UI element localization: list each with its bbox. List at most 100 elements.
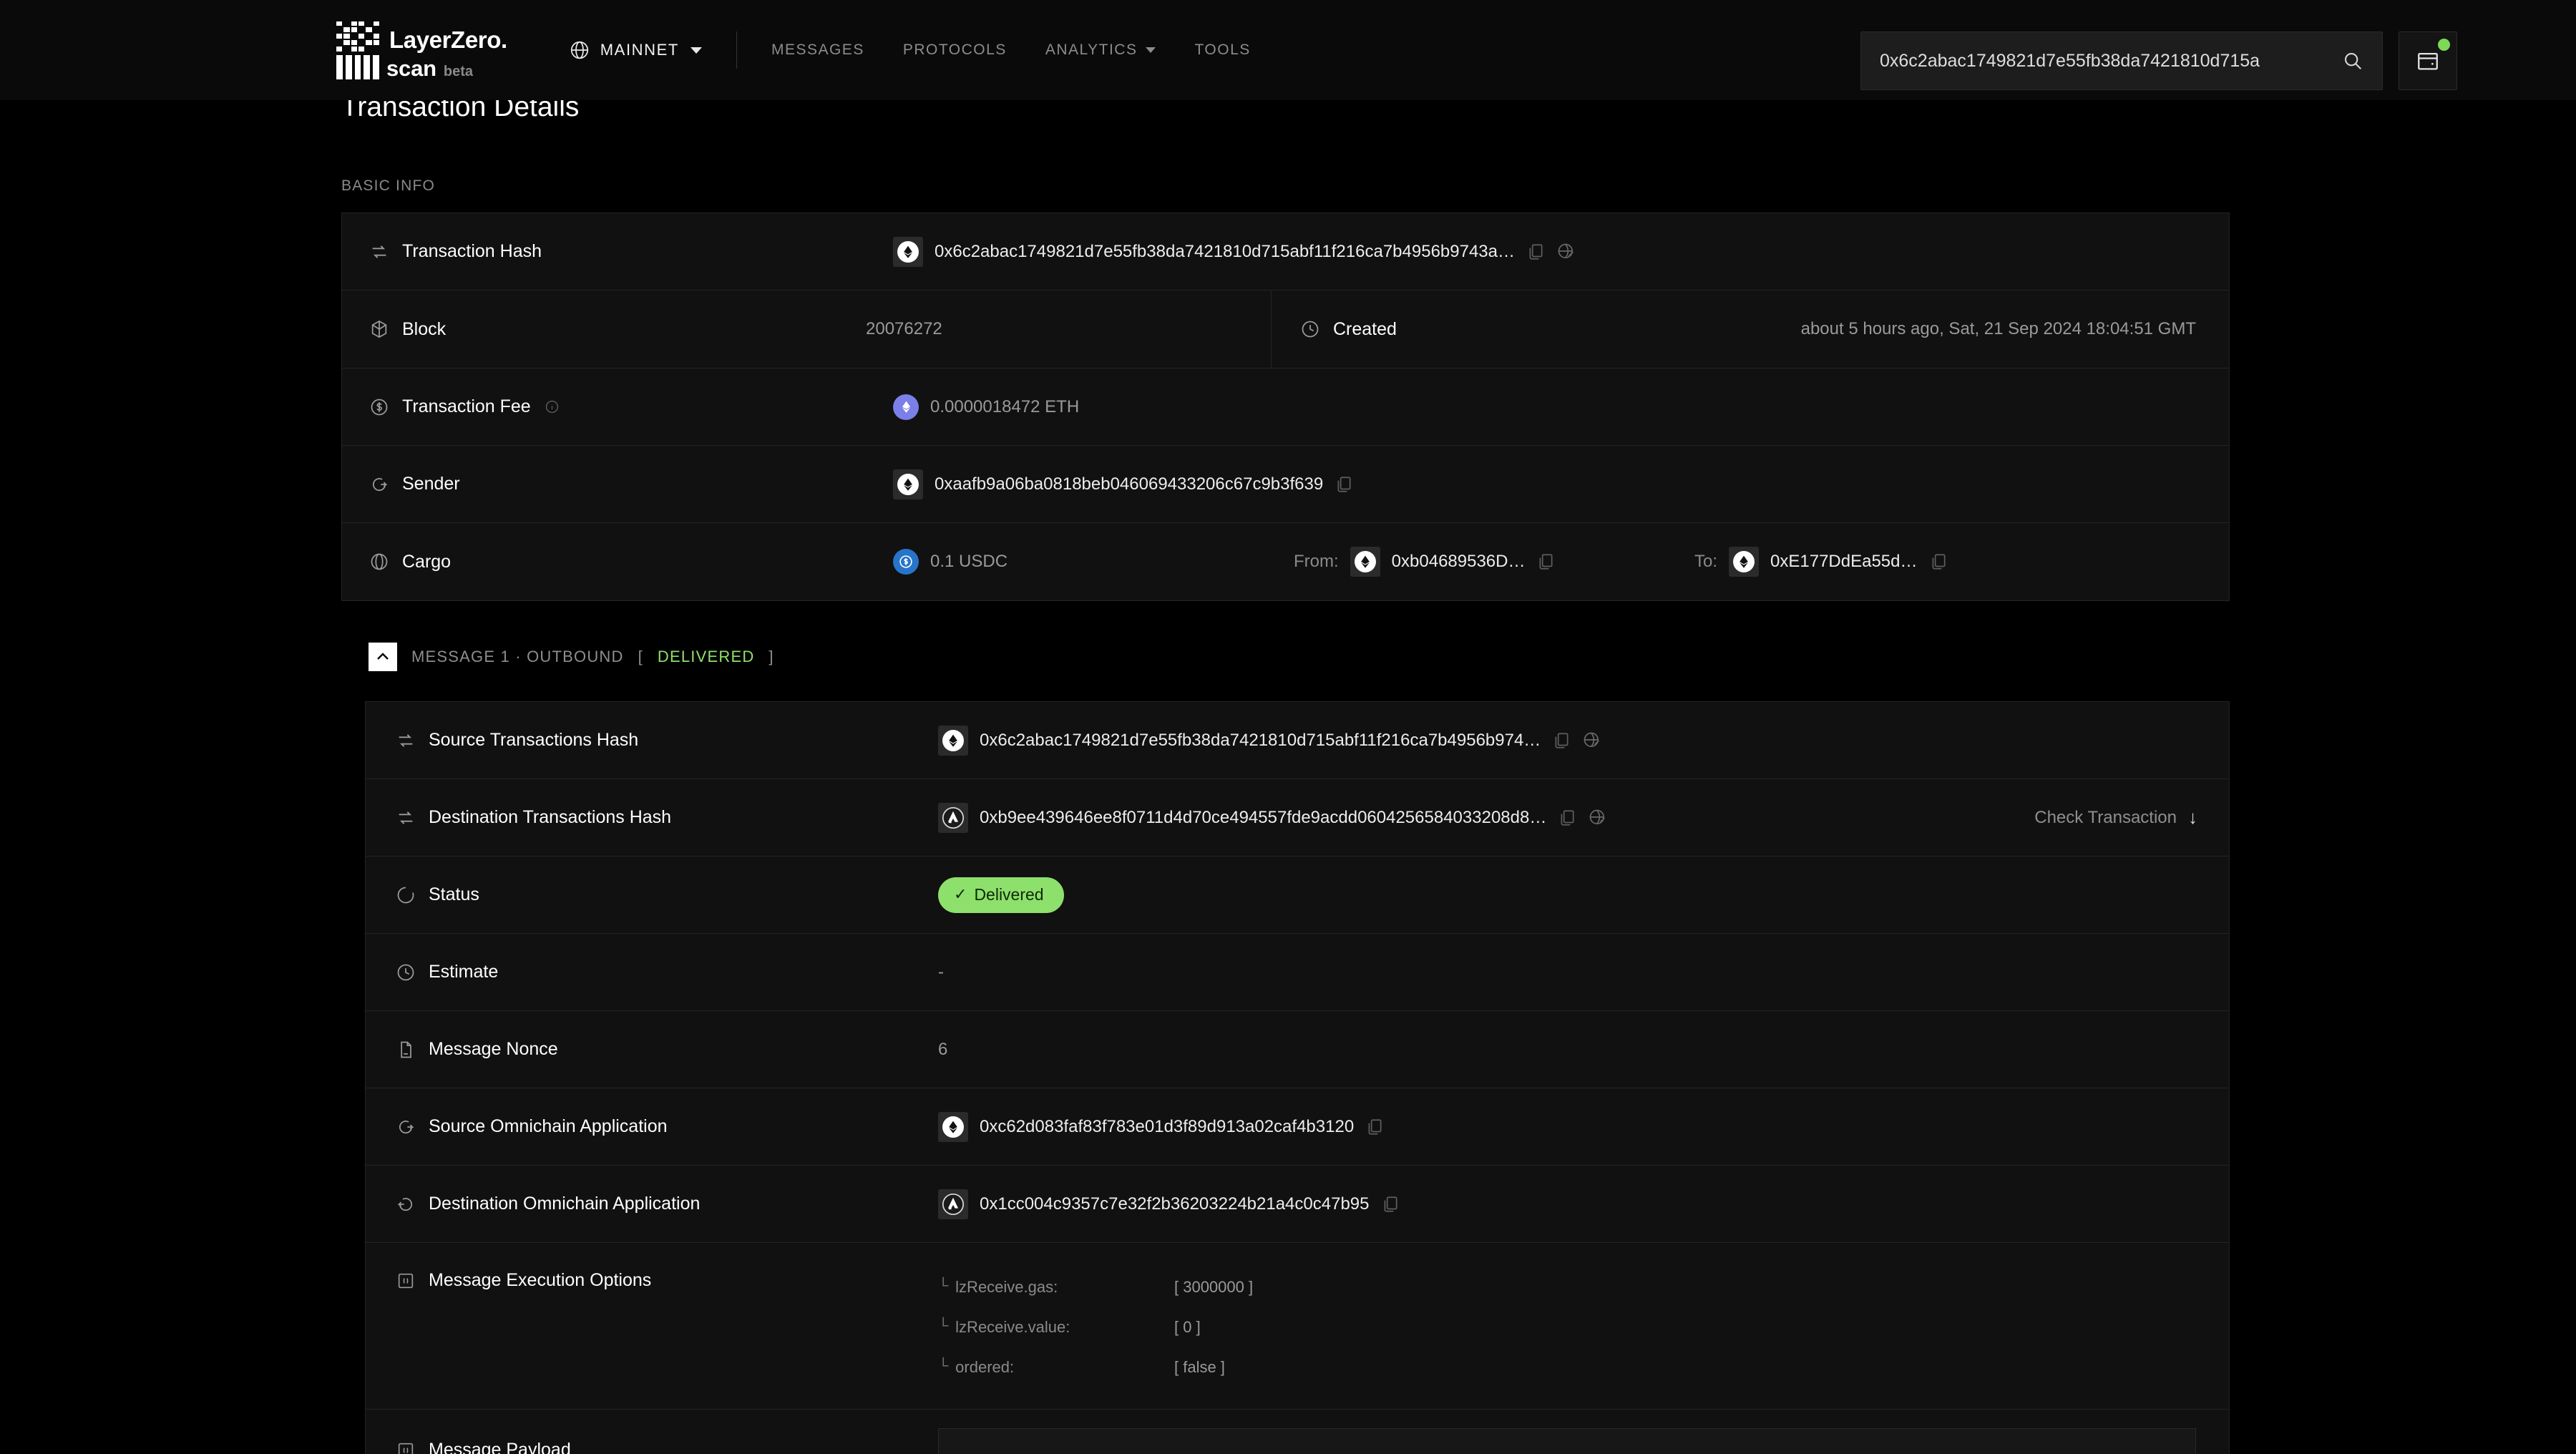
row-label: Transaction Hash [342,241,893,262]
brackets-icon [398,1273,414,1288]
ethereum-icon [897,473,919,495]
external-explorer-icon[interactable] [1582,731,1602,751]
cargo-amount-text: 0.1 USDC [930,552,1008,571]
source-oapp-value-group: 0xc62d083faf83f783e01d3f89d913a02caf4b31… [938,1111,1384,1142]
cube-icon [371,320,387,338]
network-selector[interactable]: MAINNET [569,39,702,61]
header-right-actions: 0x6c2abac1749821d7e55fb38da7421810d715a [1860,31,2457,90]
label-text: Estimate [429,962,499,982]
wallet-status-dot [2438,39,2450,51]
external-explorer-icon[interactable] [1556,242,1576,262]
ethereum-chain-badge [1729,547,1760,577]
tree-corner-icon: └ [938,1358,949,1374]
copy-icon[interactable] [1381,1195,1400,1214]
destination-oapp-address-text[interactable]: 0x1cc004c9357c7e32f2b36203224b21a4c0c47b… [980,1194,1370,1214]
option-key: └ lzReceive.gas: [938,1278,1174,1297]
from-label: From: [1294,552,1339,571]
row-label: Block [342,319,866,340]
search-input[interactable]: 0x6c2abac1749821d7e55fb38da7421810d715a [1880,51,2342,72]
brand-scan: scan [386,55,436,81]
copy-icon[interactable] [1552,731,1571,750]
transaction-fee-text: 0.0000018472 ETH [930,396,1080,416]
copy-icon[interactable] [1536,552,1555,571]
execution-option-item: └ lzReceive.value: [ 0 ] [938,1307,1253,1347]
label-text: Source Omnichain Application [429,1116,668,1136]
nav-label: ANALYTICS [1045,42,1138,58]
connect-wallet-button[interactable] [2399,31,2457,90]
nav-item-tools[interactable]: TOOLS [1194,42,1250,59]
message-payload-box[interactable]: 0x00000000000000000000000000000000000000… [938,1428,2196,1454]
label-text: Destination Omnichain Application [429,1194,701,1214]
copy-icon[interactable] [1929,552,1948,571]
ethereum-icon [942,1116,964,1138]
option-key: └ ordered: [938,1358,1174,1377]
option-value: [ 0 ] [1174,1318,1201,1336]
source-oapp-address-text[interactable]: 0xc62d083faf83f783e01d3f89d913a02caf4b31… [980,1117,1354,1137]
layerzero-scan-logo[interactable]: LayerZero. scan beta [336,21,507,79]
check-transaction-label: Check Transaction [2034,807,2177,827]
to-address-text[interactable]: 0xE177DdEa55d… [1770,552,1917,572]
message-details-card: Source Transactions Hash 0x6c2abac174982… [365,701,2230,1454]
from-address-text[interactable]: 0xb04689536D… [1392,552,1526,572]
eth-glyph [904,245,912,258]
nav-label: TOOLS [1194,42,1251,58]
option-key-text: lzReceive.gas: [955,1278,1058,1296]
spinner-icon [397,887,414,903]
source-tx-hash-text[interactable]: 0x6c2abac1749821d7e55fb38da7421810d715ab… [980,731,1541,751]
row-status: Status ✓ Delivered [366,857,2229,934]
eth-glyph [904,478,912,491]
label-text: Sender [402,474,460,494]
copy-icon[interactable] [1365,1118,1384,1136]
ethereum-token-icon [893,394,919,420]
chevron-up-icon [377,653,389,660]
row-source-omnichain-application: Source Omnichain Application 0xc62d083fa… [366,1088,2229,1166]
row-value: 0.0000018472 ETH [893,394,2229,420]
wallet-icon [2418,52,2438,70]
search-box[interactable]: 0x6c2abac1749821d7e55fb38da7421810d715a [1860,31,2383,90]
row-label: Message Nonce [366,1039,938,1060]
sender-address-text[interactable]: 0xaafb9a06ba0818beb046069433206c67c9b3f6… [935,474,1323,494]
row-value: 0x6c2abac1749821d7e55fb38da7421810d715ab… [938,725,2229,756]
row-estimate: Estimate - [366,934,2229,1011]
clock-icon [397,964,414,980]
block-value[interactable]: 20076272 [866,319,942,339]
avalanche-chain-badge [938,1189,968,1219]
destination-tx-hash-text[interactable]: 0xb9ee439646ee8f0711d4d70ce494557fde9acd… [980,808,1546,828]
message-section-header[interactable]: MESSAGE 1 · OUTBOUND [ DELIVERED ] [369,643,774,671]
message-status-text: DELIVERED [657,648,755,665]
row-label: Status [366,884,938,905]
nav-item-analytics[interactable]: ANALYTICS [1045,42,1156,59]
ethereum-chain-badge [1350,547,1380,577]
label-text: Transaction Fee [402,396,531,416]
collapse-message-button[interactable] [369,643,397,671]
row-label: Message Execution Options [366,1243,938,1291]
copy-icon[interactable] [1335,475,1353,494]
search-icon[interactable] [2342,50,2363,72]
row-value: 0xaafb9a06ba0818beb046069433206c67c9b3f6… [893,469,2229,499]
arrow-down-icon: ↓ [2188,806,2197,828]
nav-divider [736,31,737,69]
label-text: Block [402,318,447,339]
nav-label: PROTOCOLS [902,42,1007,58]
row-source-transactions-hash: Source Transactions Hash 0x6c2abac174982… [366,702,2229,779]
cargo-circle-icon [371,553,388,570]
ethereum-icon [1733,551,1755,572]
row-block-created: Block 20076272 Created about 5 hours ago… [342,291,2229,369]
row-sender: Sender 0xaafb9a06ba0818beb046069433206c6… [342,446,2229,523]
basic-info-card: Transaction Hash 0x6c2abac1749821d7e55fb… [341,213,2230,601]
transaction-hash-text[interactable]: 0x6c2abac1749821d7e55fb38da7421810d715ab… [935,242,1515,262]
nav-item-messages[interactable]: MESSAGES [771,42,864,59]
copy-icon[interactable] [1526,243,1545,261]
external-explorer-icon[interactable] [1588,808,1608,828]
transaction-hash-value-group: 0x6c2abac1749821d7e55fb38da7421810d715ab… [893,236,1576,267]
eth-glyph [949,1121,957,1133]
estimate-value: - [938,962,944,982]
execution-option-item: └ ordered: [ false ] [938,1347,1253,1387]
app-circle-icon [399,1120,414,1133]
copy-icon[interactable] [1558,809,1576,827]
row-value: 6 [938,1040,2229,1060]
dollar-circle-icon [371,399,388,415]
check-transaction-button[interactable]: Check Transaction ↓ [2034,806,2229,829]
nav-item-protocols[interactable]: PROTOCOLS [903,42,1007,59]
info-icon[interactable] [545,400,559,414]
